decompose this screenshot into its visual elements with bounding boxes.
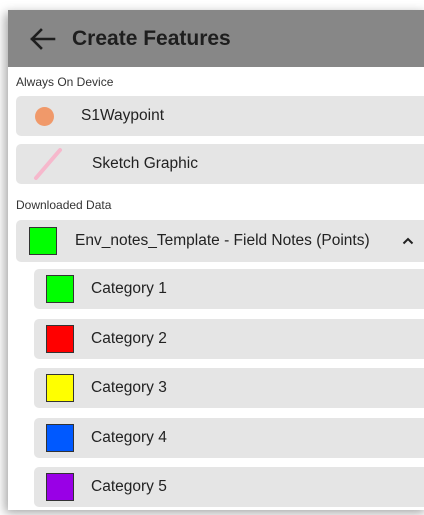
feature-template-label: Sketch Graphic (92, 155, 198, 172)
category-item-2[interactable]: Category 2 (34, 319, 424, 359)
category-label: Category 1 (91, 280, 167, 297)
category-color-swatch (46, 325, 74, 353)
category-color-swatch (46, 374, 74, 402)
category-item-4[interactable]: Category 4 (34, 418, 424, 458)
category-label: Category 2 (91, 330, 167, 347)
page-title: Create Features (72, 26, 231, 50)
category-item-1[interactable]: Category 1 (34, 269, 424, 309)
layer-color-swatch (29, 227, 57, 255)
category-label: Category 5 (91, 478, 167, 495)
category-color-swatch (46, 473, 74, 501)
chevron-up-icon[interactable] (402, 237, 414, 245)
category-item-5[interactable]: Category 5 (34, 467, 424, 507)
section-header-always-on-device: Always On Device (16, 75, 114, 89)
category-label: Category 3 (91, 379, 167, 396)
feature-template-sketch-graphic[interactable]: Sketch Graphic (16, 144, 424, 184)
sketch-line-icon (34, 148, 62, 180)
orange-circle-icon (35, 106, 54, 126)
category-color-swatch (46, 275, 74, 303)
category-item-3[interactable]: Category 3 (34, 368, 424, 408)
back-arrow-icon (30, 27, 56, 50)
app-bar: Create Features (8, 10, 424, 67)
app-window: Create Features Always On Device S1Waypo… (8, 10, 424, 510)
category-color-swatch (46, 424, 74, 452)
layer-group-env-notes[interactable]: Env_notes_Template - Field Notes (Points… (16, 220, 424, 262)
layer-label: Env_notes_Template - Field Notes (Points… (75, 232, 370, 249)
back-button[interactable] (16, 10, 68, 67)
feature-template-s1waypoint[interactable]: S1Waypoint (16, 96, 424, 136)
category-label: Category 4 (91, 429, 167, 446)
section-header-downloaded-data: Downloaded Data (16, 198, 112, 212)
feature-template-label: S1Waypoint (81, 107, 164, 124)
